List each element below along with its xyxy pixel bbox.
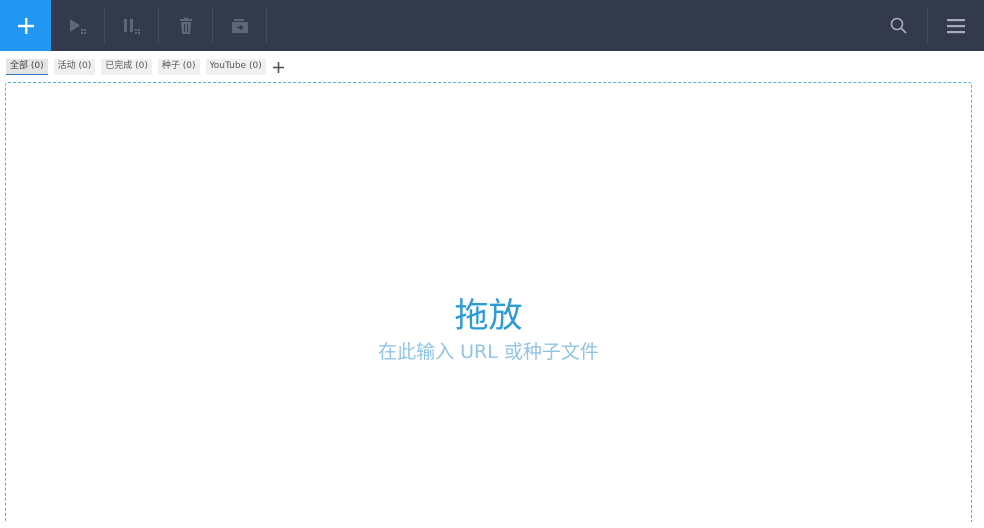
tab-all[interactable]: 全部 (0) bbox=[6, 59, 48, 75]
open-folder-button[interactable] bbox=[213, 0, 266, 51]
folder-icon bbox=[231, 18, 248, 33]
pause-all-button[interactable] bbox=[105, 0, 158, 51]
plus-icon bbox=[273, 61, 285, 73]
add-tab-button[interactable] bbox=[272, 60, 286, 74]
trash-icon bbox=[179, 17, 192, 34]
search-button[interactable] bbox=[871, 0, 927, 51]
pause-all-icon bbox=[123, 18, 140, 34]
tab-torrents[interactable]: 种子 (0) bbox=[157, 59, 200, 75]
drop-subtitle: 在此输入 URL 或种子文件 bbox=[378, 341, 599, 363]
tab-active[interactable]: 活动 (0) bbox=[53, 59, 96, 75]
drop-title: 拖放 bbox=[454, 296, 523, 336]
tab-youtube[interactable]: YouTube (0) bbox=[205, 59, 266, 75]
search-icon bbox=[890, 17, 907, 34]
top-toolbar bbox=[0, 0, 984, 51]
delete-button[interactable] bbox=[159, 0, 212, 51]
start-all-button[interactable] bbox=[51, 0, 104, 51]
menu-button[interactable] bbox=[928, 0, 984, 51]
drop-zone[interactable]: 拖放 在此输入 URL 或种子文件 bbox=[5, 82, 972, 522]
add-download-button[interactable] bbox=[0, 0, 51, 51]
tab-completed[interactable]: 已完成 (0) bbox=[101, 59, 152, 75]
filter-tabs: 全部 (0) 活动 (0) 已完成 (0) 种子 (0) YouTube (0) bbox=[6, 59, 286, 75]
menu-icon bbox=[947, 18, 965, 33]
plus-icon bbox=[17, 17, 34, 34]
start-all-icon bbox=[69, 18, 86, 34]
